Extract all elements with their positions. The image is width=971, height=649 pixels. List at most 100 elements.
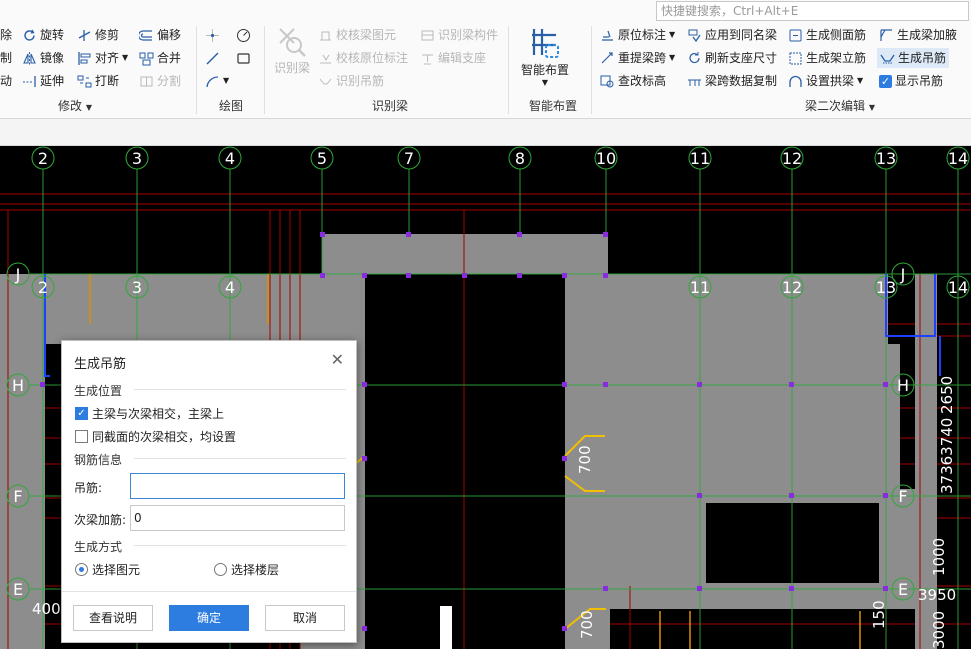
axis-bubble: 11 — [688, 275, 712, 299]
check-beam-elements-button[interactable]: 校核梁图元 — [318, 25, 396, 45]
rotate-button[interactable]: 旋转 — [22, 25, 64, 45]
gen-erection-bar-button[interactable]: 生成架立筋 — [788, 48, 866, 68]
in-place-annotation-button[interactable]: 原位标注 ▼ — [600, 25, 675, 45]
dimension-label: 1000 — [930, 538, 948, 576]
split-icon — [139, 74, 154, 89]
radio-select-element[interactable]: 选择图元 — [75, 561, 140, 578]
mirror-button[interactable]: 镜像 — [22, 48, 64, 68]
option-same-section-label: 同截面的次梁相交，均设置 — [92, 430, 237, 444]
circle-draw-button[interactable] — [236, 25, 251, 45]
option-same-section-checkbox[interactable]: 同截面的次梁相交，均设置 — [75, 428, 236, 445]
axis-bubble: 14 — [946, 275, 970, 299]
axis-label: E — [13, 580, 23, 599]
split-button[interactable]: 分割 — [139, 71, 181, 91]
check-annotation-icon — [318, 51, 333, 66]
section-position-label: 生成位置 — [74, 384, 123, 398]
copy-button[interactable]: 制 — [0, 48, 12, 68]
unchecked-box — [75, 430, 88, 443]
axis-bubble: 4 — [218, 146, 242, 170]
divider — [591, 26, 592, 114]
recognize-hanger-bar-button[interactable]: 识别吊筋 — [318, 71, 384, 91]
hanger-bar-icon — [880, 51, 895, 66]
move-button[interactable]: 动 — [0, 71, 12, 91]
beam-component-icon — [420, 28, 435, 43]
copy-span-icon — [687, 74, 702, 89]
secondary-beam-bar-input[interactable]: 0 — [130, 505, 345, 531]
app-window: 快捷键搜索，Ctrl+Alt+E 除 旋转 修剪 偏移 制 镜像 对齐 ▼ 合并 … — [0, 0, 971, 649]
trim-button[interactable]: 修剪 — [77, 25, 119, 45]
recognize-beam-button[interactable]: 识别梁 — [272, 25, 312, 76]
rotate-icon — [22, 28, 37, 43]
refresh-support-size-button[interactable]: 刷新支座尺寸 — [687, 48, 777, 68]
align-button[interactable]: 对齐 ▼ — [77, 48, 128, 68]
axis-label: 13 — [876, 149, 896, 168]
cancel-button[interactable]: 取消 — [265, 605, 345, 631]
axis-bubble: 12 — [780, 146, 804, 170]
view-help-button[interactable]: 查看说明 — [73, 605, 153, 631]
edit-support-button[interactable]: 编辑支座 — [420, 48, 486, 68]
divider — [62, 591, 356, 592]
divider — [508, 26, 509, 114]
axis-bubble: 7 — [397, 146, 421, 170]
generate-hanger-bar-dialog: 生成吊筋 ✕ 生成位置 ✓ 主梁与次梁相交，主梁上 同截面的次梁相交，均设置 钢… — [61, 340, 357, 643]
axis-label: F — [898, 487, 907, 506]
divider — [196, 26, 197, 114]
modify-group-label[interactable]: 修改 ▼ — [58, 97, 92, 114]
option-main-beam-checkbox[interactable]: ✓ 主梁与次梁相交，主梁上 — [75, 405, 224, 422]
close-icon[interactable]: ✕ — [331, 350, 344, 369]
smart-layout-icon — [516, 25, 574, 61]
axis-label: 2 — [38, 278, 48, 297]
extend-icon — [22, 74, 37, 89]
axis-bubble: 2 — [31, 146, 55, 170]
set-arch-beam-button[interactable]: 设置拱梁 ▼ — [788, 71, 863, 91]
axis-label: 8 — [515, 149, 525, 168]
gen-haunch-button[interactable]: 生成梁加腋 — [879, 25, 957, 45]
re-extract-span-button[interactable]: 重提梁跨 ▼ — [600, 48, 675, 68]
hanger-icon — [318, 74, 333, 89]
arc-draw-button[interactable]: ▼ — [205, 71, 229, 91]
check-elevation-button[interactable]: 查改标高 — [600, 71, 666, 91]
shortcut-search-input[interactable]: 快捷键搜索，Ctrl+Alt+E — [656, 1, 969, 21]
recognize-beam-components-button[interactable]: 识别梁构件 — [420, 25, 498, 45]
dialog-title: 生成吊筋 — [74, 357, 127, 372]
delete-button[interactable]: 除 — [0, 25, 12, 45]
radio-select-floor[interactable]: 选择楼层 — [214, 561, 279, 578]
axis-label: 12 — [782, 278, 802, 297]
rect-draw-button[interactable] — [236, 48, 251, 68]
gen-side-bar-button[interactable]: 生成侧面筋 — [788, 25, 866, 45]
circle-icon — [236, 28, 251, 43]
copy-span-data-button[interactable]: 梁跨数据复制 — [687, 71, 777, 91]
axis-label: 11 — [690, 149, 710, 168]
smart-layout-button[interactable]: 智能布置 ▼ — [516, 25, 574, 87]
axis-label: 7 — [404, 149, 414, 168]
divider — [264, 26, 265, 114]
axis-label: 3 — [132, 278, 142, 297]
axis-bubble: 5 — [310, 146, 334, 170]
beam-edit-group-label[interactable]: 梁二次编辑 ▼ — [805, 97, 875, 114]
apply-same-name-button[interactable]: 应用到同名梁 — [687, 25, 777, 45]
extend-button[interactable]: 延伸 — [22, 71, 64, 91]
section-rebar-label: 钢筋信息 — [74, 453, 123, 467]
axis-label: 12 — [782, 149, 802, 168]
hanger-input[interactable] — [130, 473, 345, 499]
break-button[interactable]: 打断 — [77, 71, 119, 91]
axis-bubble: 8 — [508, 146, 532, 170]
check-original-annotation-button[interactable]: 校核原位标注 — [318, 48, 408, 68]
line-draw-button[interactable] — [205, 48, 220, 68]
show-hanger-bar-checkbox[interactable]: ✓ 显示吊筋 — [879, 71, 943, 91]
arch-icon — [788, 74, 803, 89]
offset-button[interactable]: 偏移 — [139, 25, 181, 45]
merge-button[interactable]: 合并 — [139, 48, 181, 68]
point-draw-button[interactable] — [205, 25, 220, 45]
ok-button[interactable]: 确定 — [169, 605, 249, 631]
axis-label: E — [898, 580, 908, 599]
void — [365, 274, 565, 649]
span-icon — [600, 51, 615, 66]
radio-selected-icon — [75, 563, 88, 576]
annotation-icon — [600, 28, 615, 43]
gen-hanger-bar-button[interactable]: 生成吊筋 — [877, 48, 950, 68]
trim-icon — [77, 28, 92, 43]
dimension-label: 37363740 — [938, 418, 956, 494]
secondary-toolbar-strip — [0, 119, 971, 146]
hanger-label: 吊筋: — [74, 481, 103, 495]
